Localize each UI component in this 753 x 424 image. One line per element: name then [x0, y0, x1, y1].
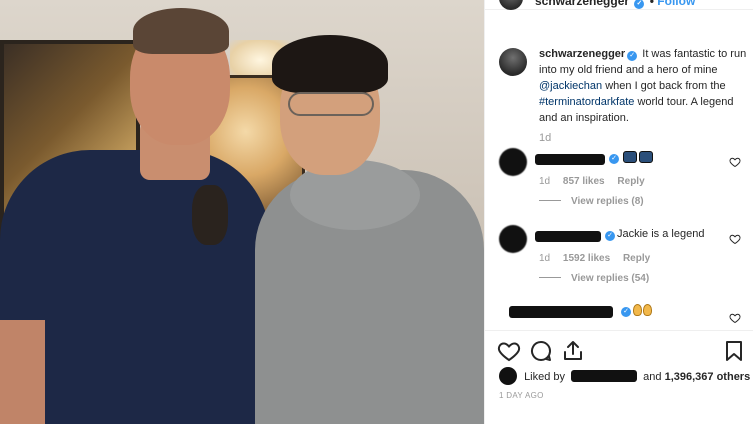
sunglasses-on-shirt	[192, 185, 228, 245]
caption-time[interactable]: 1d	[539, 132, 551, 144]
comment-meta: 1d 1592 likes Reply	[539, 253, 660, 264]
comment-time[interactable]: 1d	[539, 176, 550, 187]
heart-icon[interactable]	[729, 156, 741, 168]
post-header: schwarzenegger ✓ • Follow	[485, 0, 753, 10]
redacted-avatar[interactable]	[499, 148, 527, 176]
mention-link[interactable]: @jackiechan	[539, 80, 602, 92]
view-replies-button[interactable]: View replies (8)	[539, 196, 644, 207]
person-left-arm	[0, 320, 45, 424]
header-username[interactable]: schwarzenegger ✓ • Follow	[535, 0, 695, 9]
sunglasses-emoji	[623, 151, 655, 165]
caption-username[interactable]: schwarzenegger	[539, 48, 625, 60]
redacted-username[interactable]	[571, 370, 638, 382]
caption-part2: when I got back from the	[605, 80, 726, 92]
person-left-hair	[133, 8, 229, 54]
verified-icon: ✓	[627, 51, 638, 61]
verified-icon: ✓	[605, 231, 615, 241]
liked-by-and: and	[643, 371, 662, 383]
comment-likes[interactable]: 857 likes	[563, 176, 605, 187]
likes-count-link[interactable]: 1,396,367 others	[665, 371, 751, 383]
redacted-username	[535, 231, 601, 242]
caption-text: schwarzenegger ✓ It was fantastic to run …	[539, 46, 749, 126]
comment-meta: 1d 857 likes Reply	[539, 176, 655, 187]
post-sidebar: schwarzenegger ✓ • Follow schwarzenegger…	[484, 0, 753, 424]
comments-list[interactable]: schwarzenegger ✓ It was fantastic to run …	[485, 30, 753, 330]
post-actions: Liked by and 1,396,367 others 1 DAY AGO	[485, 330, 753, 424]
redacted-username	[509, 306, 613, 318]
like-heart-icon[interactable]	[497, 339, 521, 363]
verified-icon: ✓	[609, 154, 619, 164]
share-icon[interactable]	[561, 339, 585, 363]
bookmark-icon[interactable]	[722, 339, 746, 363]
liked-by: Liked by and 1,396,367 others	[499, 367, 750, 385]
verified-icon: ✓	[621, 307, 631, 317]
heart-icon[interactable]	[729, 312, 741, 324]
follow-button[interactable]: Follow	[657, 0, 695, 8]
verified-icon: ✓	[634, 0, 645, 9]
post-timestamp[interactable]: 1 DAY AGO	[499, 391, 544, 400]
separator-dot: •	[649, 0, 654, 8]
comment-likes[interactable]: 1592 likes	[563, 253, 610, 264]
redacted-avatar[interactable]	[499, 225, 527, 253]
redacted-username	[535, 154, 605, 165]
post-photo[interactable]	[0, 0, 484, 424]
redacted-avatar	[499, 367, 517, 385]
liked-by-prefix: Liked by	[524, 371, 566, 383]
comment-time[interactable]: 1d	[539, 253, 550, 264]
view-replies-button[interactable]: View replies (54)	[539, 273, 649, 284]
caption-avatar[interactable]	[499, 48, 527, 76]
reply-button[interactable]: Reply	[617, 176, 644, 187]
reply-button[interactable]: Reply	[623, 253, 650, 264]
hashtag-link[interactable]: #terminatordarkfate	[539, 96, 634, 108]
heart-icon[interactable]	[729, 233, 741, 245]
praying-hands-emoji	[633, 304, 653, 317]
person-right-glasses	[288, 92, 374, 116]
header-avatar[interactable]	[499, 0, 523, 10]
person-right-hair	[272, 35, 388, 93]
comment-text: Jackie is a legend	[617, 228, 705, 240]
comment-icon[interactable]	[529, 339, 553, 363]
